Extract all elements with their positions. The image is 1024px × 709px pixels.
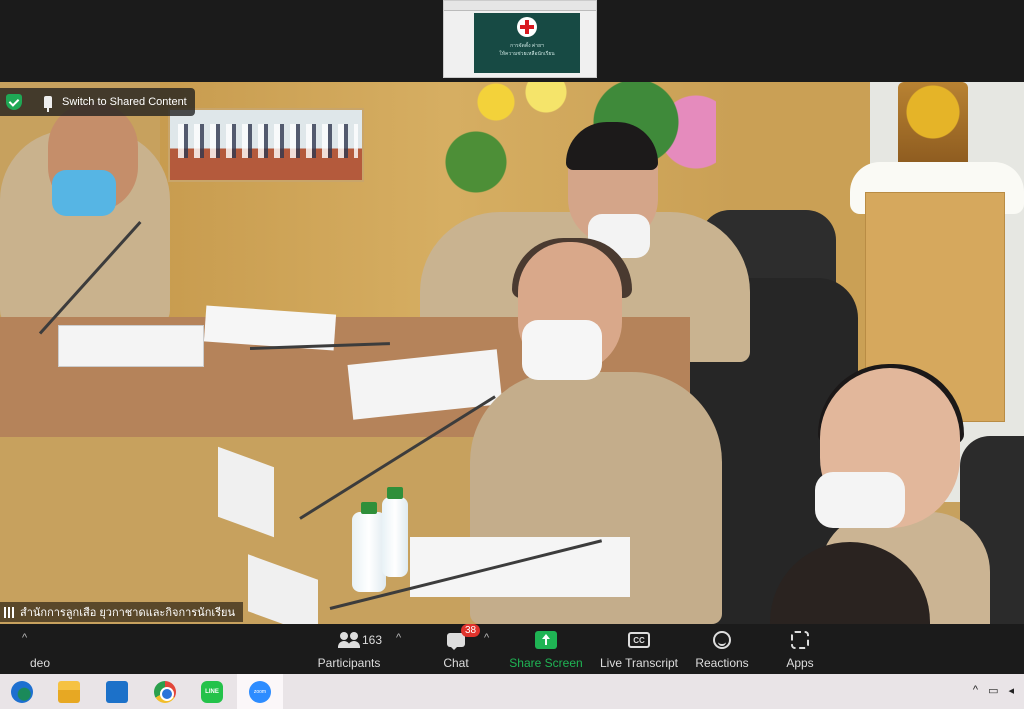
wall-poster (168, 108, 364, 182)
shared-content-banner[interactable]: Switch to Shared Content (0, 88, 195, 116)
face-mask (815, 472, 905, 528)
water-bottle (382, 487, 408, 577)
chevron-up-icon[interactable]: ^ (396, 632, 401, 644)
switch-to-shared-content-label[interactable]: Switch to Shared Content (62, 96, 187, 108)
zoom-icon[interactable]: zoom (249, 681, 271, 703)
speaker-icon[interactable]: ◂ (1008, 684, 1014, 697)
chrome-icon[interactable] (154, 681, 176, 703)
network-icon[interactable]: ▭ (988, 684, 998, 697)
participants-label: Participants (317, 656, 381, 670)
live-transcript-label: Live Transcript (599, 656, 679, 670)
reactions-button[interactable]: Reactions (677, 628, 767, 670)
participants-button[interactable]: 163 Participants (304, 628, 394, 670)
name-placard (58, 325, 204, 367)
line-icon[interactable]: LINE (201, 681, 223, 703)
participants-icon (338, 632, 360, 648)
live-transcript-button[interactable]: CC Live Transcript (594, 628, 684, 670)
share-screen-icon (535, 631, 557, 649)
chat-badge: 38 (461, 624, 481, 637)
reactions-label: Reactions (695, 656, 749, 670)
shrine (898, 82, 968, 168)
meeting-video (0, 82, 1024, 624)
apps-label: Apps (786, 656, 814, 670)
share-screen-button[interactable]: Share Screen (501, 628, 591, 670)
participant-name: สำนักการลูกเสือ ยุวกาชาดและกิจการนักเรีย… (20, 607, 235, 619)
share-screen-label: Share Screen (509, 656, 583, 670)
chevron-up-icon[interactable]: ^ (973, 684, 978, 697)
shield-icon (6, 94, 22, 110)
slide-text-line1: การจัดตั้ง ค่ายฯ (510, 43, 544, 49)
name-placard (218, 446, 274, 538)
chevron-up-icon[interactable]: ^ (484, 632, 489, 644)
meeting-toolbar: deo ^ 163 Participants ^ 38 Chat ^ Share… (0, 624, 1024, 674)
system-tray: ^ ▭ ◂ (973, 684, 1014, 697)
red-cross-icon (517, 17, 537, 37)
face-mask (522, 320, 602, 380)
chat-label: Chat (443, 656, 469, 670)
mail-icon[interactable] (106, 681, 128, 703)
apps-icon (791, 631, 809, 649)
face-mask (52, 170, 116, 216)
slide-ribbon (444, 1, 596, 11)
apps-button[interactable]: Apps (755, 628, 845, 670)
file-explorer-icon[interactable] (58, 681, 80, 703)
chevron-up-icon[interactable]: ^ (22, 632, 27, 644)
pin-icon (44, 96, 52, 112)
papers (410, 537, 630, 597)
smile-icon (713, 631, 731, 649)
edge-icon[interactable] (11, 681, 33, 703)
slide-preview: การจัดตั้ง ค่ายฯ ให้ความช่วยเหลือนักเรีย… (474, 13, 580, 73)
water-bottle (352, 502, 386, 592)
slide-text: การจัดตั้ง ค่ายฯ ให้ความช่วยเหลือนักเรีย… (484, 42, 570, 58)
participants-count: 163 (362, 633, 383, 647)
participant-name-tag: สำนักการลูกเสือ ยุวกาชาดและกิจการนักเรีย… (0, 602, 243, 622)
windows-taskbar: LINE zoom ^ ▭ ◂ (0, 674, 1024, 709)
signal-bars-icon (4, 606, 14, 618)
slide-text-line2: ให้ความช่วยเหลือนักเรียน (499, 51, 555, 57)
video-label: deo (29, 656, 50, 670)
top-strip: การจัดตั้ง ค่ายฯ ให้ความช่วยเหลือนักเรีย… (0, 0, 1024, 82)
name-placard (248, 554, 318, 624)
shared-content-thumbnail[interactable]: การจัดตั้ง ค่ายฯ ให้ความช่วยเหลือนักเรีย… (443, 0, 597, 78)
closed-caption-icon: CC (628, 632, 650, 648)
